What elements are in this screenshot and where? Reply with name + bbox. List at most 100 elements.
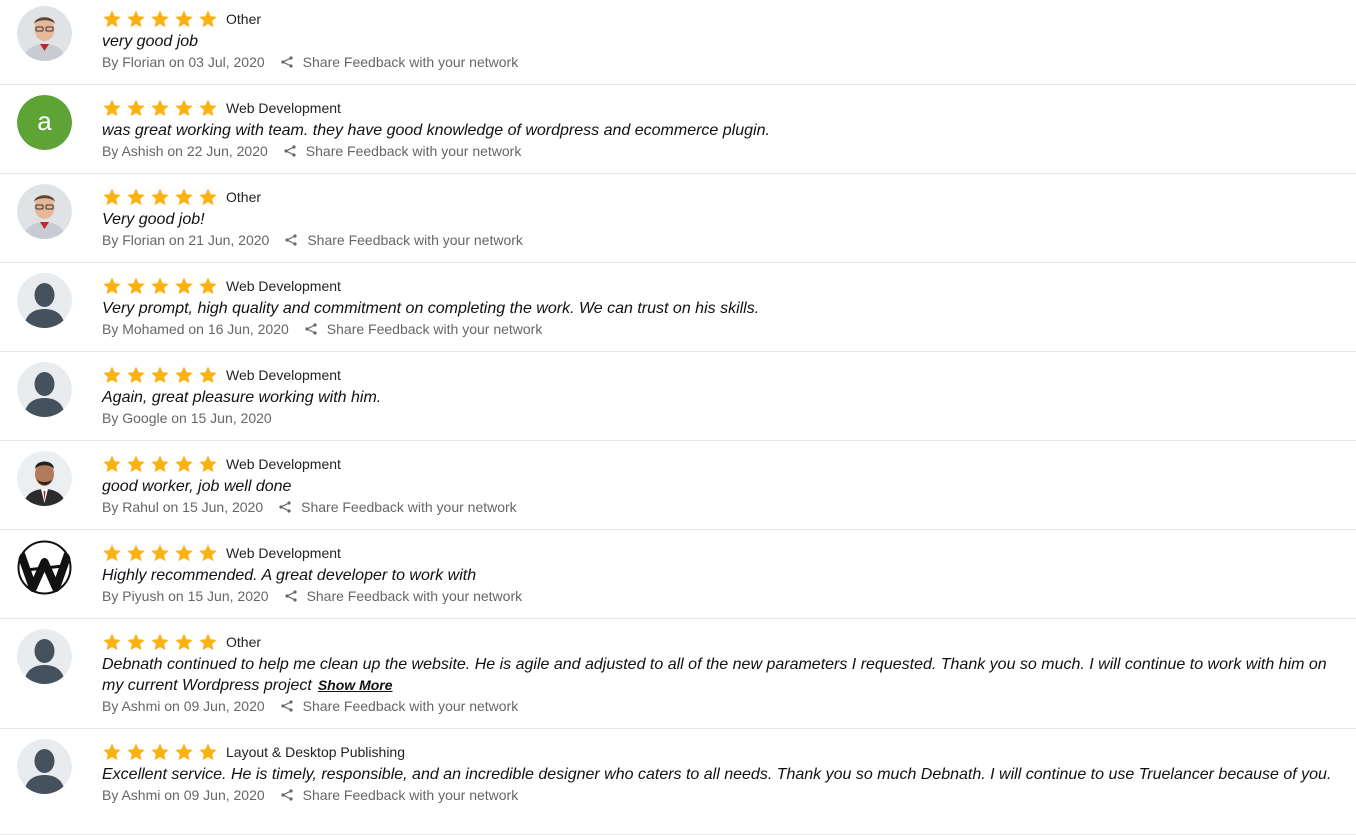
share-feedback-label: Share Feedback with your network [307, 232, 523, 248]
share-feedback-link[interactable]: Share Feedback with your network [305, 320, 543, 338]
show-more-link[interactable]: Show More [318, 677, 393, 693]
star-rating [102, 365, 222, 385]
share-feedback-link[interactable]: Share Feedback with your network [284, 142, 522, 160]
review-comment-text: good worker, job well done [102, 478, 292, 495]
share-feedback-link[interactable]: Share Feedback with your network [284, 587, 522, 605]
star-icon [150, 276, 170, 296]
star-icon [174, 632, 194, 652]
star-icon [150, 98, 170, 118]
star-icon [150, 742, 170, 762]
review-byline: By Florian on 03 Jul, 2020 [102, 54, 265, 70]
share-feedback-link[interactable]: Share Feedback with your network [285, 231, 523, 249]
star-icon [102, 742, 122, 762]
share-icon [281, 56, 293, 68]
review-comment: Very prompt, high quality and commitment… [102, 298, 1336, 319]
share-feedback-link[interactable]: Share Feedback with your network [281, 786, 519, 804]
review-comment-text: Very prompt, high quality and commitment… [102, 300, 760, 317]
share-icon [281, 700, 293, 712]
review-byline: By Google on 15 Jun, 2020 [102, 410, 272, 426]
rating-row: Web Development [102, 97, 1336, 119]
star-icon [150, 632, 170, 652]
reviewer-avatar [17, 184, 72, 239]
review-category: Web Development [226, 456, 341, 472]
review-category: Layout & Desktop Publishing [226, 744, 405, 760]
star-icon [174, 187, 194, 207]
share-icon [305, 323, 317, 335]
star-icon [102, 543, 122, 563]
rating-row: Web Development [102, 453, 1336, 475]
review-byline: By Ashmi on 09 Jun, 2020 [102, 787, 265, 803]
rating-row: Other [102, 8, 1336, 30]
review-comment-text: Very good job! [102, 211, 205, 228]
review-byline: By Ashish on 22 Jun, 2020 [102, 143, 268, 159]
star-icon [198, 98, 218, 118]
rating-row: Web Development [102, 275, 1336, 297]
star-icon [174, 742, 194, 762]
star-icon [198, 9, 218, 29]
review-category: Web Development [226, 278, 341, 294]
reviewer-avatar: a [17, 95, 72, 150]
review-byline: By Ashmi on 09 Jun, 2020 [102, 698, 265, 714]
review-byline: By Florian on 21 Jun, 2020 [102, 232, 270, 248]
star-icon [174, 276, 194, 296]
review-category: Web Development [226, 545, 341, 561]
review-comment-text: Debnath continued to help me clean up th… [102, 656, 1327, 694]
share-feedback-label: Share Feedback with your network [302, 698, 519, 714]
review-meta: By Ashmi on 09 Jun, 2020 Share Feedback w… [102, 786, 1336, 804]
share-feedback-link[interactable]: Share Feedback with your network [281, 53, 519, 71]
star-icon [126, 9, 146, 29]
review-comment-text: was great working with team. they have g… [102, 122, 770, 139]
star-icon [198, 454, 218, 474]
rating-row: Layout & Desktop Publishing [102, 741, 1336, 763]
review-byline: By Rahul on 15 Jun, 2020 [102, 499, 264, 515]
reviewer-avatar [17, 6, 72, 61]
share-feedback-label: Share Feedback with your network [302, 54, 519, 70]
star-rating [102, 187, 222, 207]
star-icon [174, 543, 194, 563]
review-comment: Very good job! [102, 209, 1336, 230]
star-rating [102, 742, 222, 762]
share-feedback-link[interactable]: Share Feedback with your network [279, 498, 517, 516]
review-meta: By Mohamed on 16 Jun, 2020 Share Feedback… [102, 320, 1336, 338]
star-rating [102, 632, 222, 652]
review-meta: By Ashish on 22 Jun, 2020 Share Feedback … [102, 142, 1336, 160]
share-icon [284, 145, 296, 157]
star-icon [126, 365, 146, 385]
star-icon [198, 543, 218, 563]
star-rating [102, 276, 222, 296]
review-item: Web Development Highly recommended. A gre… [0, 530, 1356, 619]
rating-row: Other [102, 186, 1336, 208]
share-feedback-label: Share Feedback with your network [305, 143, 522, 159]
star-icon [174, 9, 194, 29]
star-icon [174, 454, 194, 474]
share-icon [284, 590, 297, 602]
share-icon [281, 789, 293, 801]
share-feedback-link[interactable]: Share Feedback with your network [281, 697, 519, 715]
star-icon [126, 742, 146, 762]
reviewer-avatar [17, 451, 72, 506]
review-category: Web Development [226, 367, 341, 383]
svg-text:a: a [37, 106, 52, 136]
star-rating [102, 543, 222, 563]
star-icon [150, 9, 170, 29]
star-icon [150, 365, 170, 385]
star-rating [102, 9, 222, 29]
review-item: Web Development good worker, job well don… [0, 441, 1356, 530]
star-icon [126, 632, 146, 652]
star-rating [102, 454, 222, 474]
star-icon [198, 187, 218, 207]
reviewer-avatar [17, 273, 72, 328]
review-byline: By Piyush on 15 Jun, 2020 [102, 588, 269, 604]
star-icon [198, 276, 218, 296]
review-meta: By Florian on 21 Jun, 2020 Share Feedback… [102, 231, 1336, 249]
review-comment: Debnath continued to help me clean up th… [102, 654, 1336, 696]
rating-row: Other [102, 631, 1336, 653]
review-comment-text: Highly recommended. A great developer to… [102, 567, 477, 584]
star-icon [126, 98, 146, 118]
review-comment-text: very good job [102, 33, 199, 50]
review-byline: By Mohamed on 16 Jun, 2020 [102, 321, 289, 337]
share-feedback-label: Share Feedback with your network [302, 787, 519, 803]
share-feedback-label: Share Feedback with your network [326, 321, 543, 337]
review-comment-text: Excellent service. He is timely, respons… [102, 766, 1332, 783]
review-comment: good worker, job well done [102, 476, 1336, 497]
